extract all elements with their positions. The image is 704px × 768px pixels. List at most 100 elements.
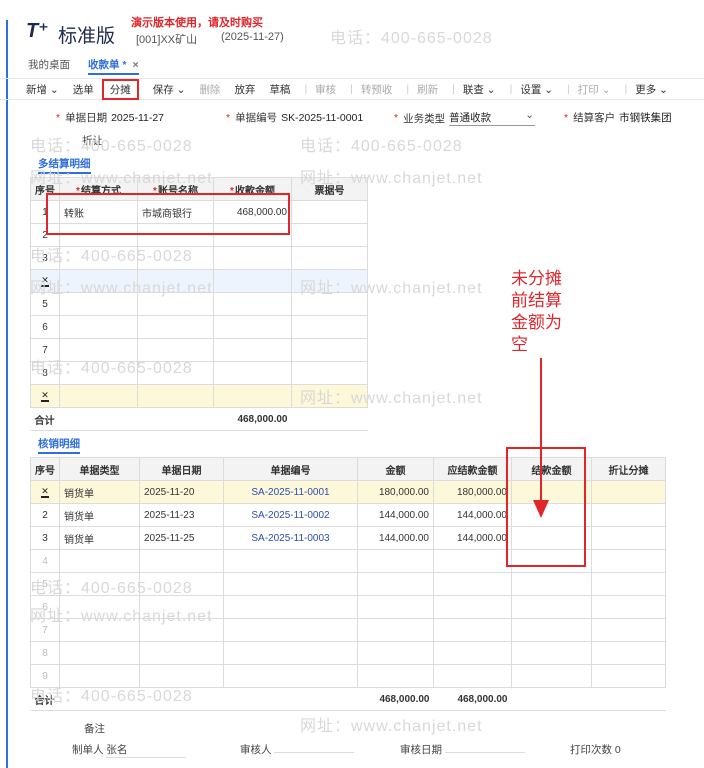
customer-field[interactable]: * 结算客户 市钢铁集团 (564, 110, 672, 125)
table-row[interactable]: 6 (30, 315, 368, 339)
table-row[interactable]: 5 (30, 292, 368, 316)
select-order-button[interactable]: 选单 (73, 82, 94, 97)
toolbar-separator: | (567, 83, 570, 95)
table-row[interactable]: 7 (30, 338, 368, 362)
table-row[interactable]: 3 (30, 246, 368, 270)
table-row[interactable]: ✕ (30, 384, 368, 408)
section-multi-settlement-title[interactable]: 多结算明细 (38, 156, 91, 174)
biz-type-label: 业务类型 (403, 112, 446, 125)
doc-date-label: 单据日期 (65, 112, 108, 124)
demo-notice[interactable]: 演示版本使用，请及时购买 (131, 14, 263, 30)
chevron-down-icon: ⌄ (525, 109, 535, 121)
print-button[interactable]: 打印 ⌄ (578, 82, 611, 97)
tab-my-desktop[interactable]: 我的桌面 (28, 57, 70, 75)
discount-label: 折让 (82, 135, 103, 147)
total-value: 468,000.00 (213, 407, 292, 431)
account-name: [001]XX矿山 (136, 34, 198, 46)
column-header: 票据号 (291, 177, 368, 201)
row-edit-icon[interactable]: ✕ (41, 276, 49, 287)
edition-label: 标准版 (58, 26, 116, 47)
maker-field: 制单人 张名 (72, 742, 187, 758)
toolbar: 新增 ⌄ 选单 分摊 保存 ⌄ 删除 放弃 草稿 | 审核 | 转预收 | 刷新… (0, 78, 704, 100)
new-button[interactable]: 新增 ⌄ (26, 82, 59, 97)
column-header: 单据类型 (59, 457, 140, 481)
row-edit-icon[interactable]: ✕ (41, 487, 49, 498)
table-row[interactable]: 7 (30, 618, 666, 642)
to-prepay-button[interactable]: 转预收 (361, 82, 393, 97)
tab-receipt-voucher[interactable]: 收款单 * × (88, 57, 139, 75)
total-label: 合计 (30, 407, 214, 431)
login-date: (2025-11-27) (221, 31, 284, 43)
form-header: * 单据日期 2025-11-27 * 单据编号 SK-2025-11-0001 *… (0, 109, 704, 128)
total-row: 合计 468,000.00 (30, 407, 368, 431)
column-header: 单据日期 (139, 457, 224, 481)
column-header: 折让分摊 (591, 457, 666, 481)
remark-label: 备注 (84, 723, 105, 735)
toolbar-separator: | (304, 83, 308, 95)
delete-button[interactable]: 删除 (199, 82, 220, 97)
column-header: 单据编号 (223, 457, 358, 481)
print-count-label: 打印次数 (570, 744, 612, 756)
left-accent-bar (6, 20, 8, 768)
more-button[interactable]: 更多 ⌄ (635, 82, 668, 97)
column-header: 序号 (30, 457, 60, 481)
table-row[interactable]: 9 (30, 664, 666, 688)
audit-date-label: 审核日期 (400, 744, 442, 756)
doc-no-field[interactable]: * 单据编号 SK-2025-11-0001 (226, 110, 363, 125)
toolbar-separator: | (406, 83, 410, 95)
doc-no-link[interactable]: SA-2025-11-0002 (251, 510, 329, 521)
doc-date-value[interactable]: 2025-11-27 (111, 112, 164, 124)
table-row[interactable]: 6 (30, 595, 666, 619)
draft-button[interactable]: 草稿 (269, 82, 290, 97)
arrow-down-icon (533, 500, 549, 518)
app-logo: T⁺ (26, 20, 49, 42)
save-button[interactable]: 保存 ⌄ (153, 82, 186, 97)
total-amount: 468,000.00 (357, 687, 434, 711)
maker-label: 制单人 (72, 744, 104, 756)
highlight-box-settlement-row (46, 193, 290, 235)
maker-value: 张名 (106, 742, 187, 758)
watermark-phone: 电话：400-665-0028 (300, 138, 463, 155)
biz-type-select[interactable]: 普通收款 ⌄ (449, 109, 536, 126)
auditor-field: 审核人 (240, 742, 355, 757)
column-header: 金额 (357, 457, 434, 481)
close-icon[interactable]: × (133, 59, 139, 71)
doc-no-link[interactable]: SA-2025-11-0003 (251, 533, 329, 544)
annotation-text: 未分摊前结算金额为空 (511, 269, 562, 354)
customer-label: 结算客户 (573, 112, 616, 124)
toolbar-separator: | (509, 83, 513, 95)
biz-type-field[interactable]: * 业务类型 普通收款 ⌄ (394, 109, 536, 126)
customer-value[interactable]: 市钢铁集团 (619, 110, 672, 125)
abandon-button[interactable]: 放弃 (234, 82, 255, 97)
total-label: 合计 (30, 687, 358, 711)
settings-button[interactable]: 设置 ⌄ (520, 82, 553, 97)
lookup-button[interactable]: 联查 ⌄ (463, 82, 496, 97)
doc-no-label: 单据编号 (235, 112, 278, 124)
audit-date-field: 审核日期 (400, 742, 525, 757)
allocate-button[interactable]: 分摊 (101, 78, 139, 100)
doc-no-link[interactable]: SA-2025-11-0001 (251, 487, 329, 498)
tab-receipt-label: 收款单 * (88, 59, 127, 71)
watermark-phone: 电话：400-665-0028 (30, 138, 193, 155)
table-row[interactable]: 8 (30, 641, 666, 665)
column-header: 应结款金额 (433, 457, 512, 481)
biz-type-value: 普通收款 (449, 112, 492, 124)
toolbar-separator: | (452, 83, 455, 95)
tab-bar: 我的桌面 收款单 * × (28, 57, 139, 75)
toolbar-separator: | (624, 83, 628, 95)
doc-date-field[interactable]: * 单据日期 2025-11-27 (56, 110, 164, 125)
app-header: T⁺ 标准版 演示版本使用，请及时购买 [001]XX矿山 (2025-11-2… (0, 0, 704, 56)
auditor-label: 审核人 (240, 744, 272, 756)
total-due: 468,000.00 (433, 687, 512, 711)
table-row[interactable]: 5 (30, 572, 666, 596)
audit-button[interactable]: 审核 (315, 82, 336, 97)
print-count-field: 打印次数 0 (570, 742, 621, 757)
toolbar-separator: | (350, 83, 353, 95)
refresh-button[interactable]: 刷新 (417, 82, 438, 97)
table-row[interactable]: ✕ (30, 269, 368, 293)
row-edit-icon[interactable]: ✕ (41, 391, 49, 402)
doc-no-value[interactable]: SK-2025-11-0001 (281, 112, 363, 124)
footer-area: 备注 制单人 张名 审核人 审核日期 打印次数 0 (0, 718, 704, 768)
section-writeoff-title[interactable]: 核销明细 (38, 436, 80, 454)
table-row[interactable]: 8 (30, 361, 368, 385)
